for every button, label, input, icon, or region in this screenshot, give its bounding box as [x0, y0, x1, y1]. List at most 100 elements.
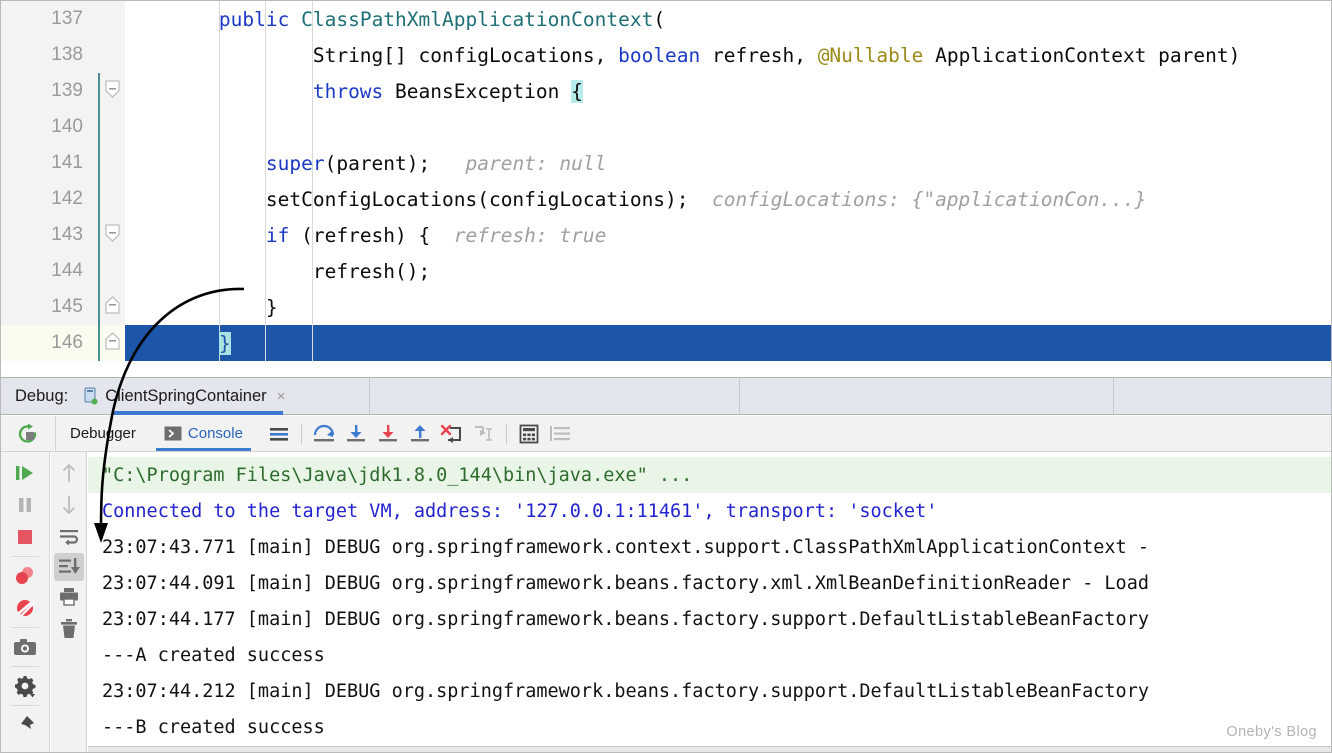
- tab-debugger[interactable]: Debugger: [56, 416, 150, 451]
- code-line[interactable]: 144 refresh();: [1, 253, 1331, 289]
- tab-console[interactable]: Console: [150, 416, 257, 451]
- fold-gutter[interactable]: [97, 145, 125, 181]
- code-token: }: [265, 295, 278, 319]
- console-line: 23:07:44.177 [main] DEBUG org.springfram…: [102, 608, 1149, 630]
- code-token: ClassPathXmlApplicationContext: [301, 7, 654, 31]
- fold-start-icon[interactable]: [105, 224, 120, 242]
- code-token: if: [265, 223, 290, 247]
- code-token: (refresh) {: [289, 223, 431, 247]
- code-text[interactable]: throws BeansException {: [125, 73, 1331, 109]
- show-line-breakpoints-icon[interactable]: [264, 419, 294, 449]
- debug-tool-window-header: Debug: ClientSpringContainer ×: [1, 377, 1331, 415]
- fold-start-icon[interactable]: [105, 80, 120, 98]
- pause-program-icon[interactable]: [8, 489, 42, 521]
- fold-gutter[interactable]: [97, 217, 125, 253]
- code-token: }: [218, 331, 231, 355]
- evaluate-expression-icon[interactable]: [514, 419, 544, 449]
- step-into-icon[interactable]: [341, 419, 371, 449]
- down-arrow-icon[interactable]: [52, 489, 86, 521]
- code-line[interactable]: 141 super(parent); parent: null: [1, 145, 1331, 181]
- soft-wrap-icon[interactable]: [52, 521, 86, 553]
- drop-frame-icon[interactable]: [437, 419, 467, 449]
- line-number: 138: [1, 37, 97, 73]
- method-indicator-line: [98, 253, 100, 289]
- method-indicator-line: [98, 145, 100, 181]
- view-breakpoints-icon[interactable]: [8, 560, 42, 592]
- console-line: ---A created success: [102, 644, 325, 666]
- fold-end-icon[interactable]: [105, 332, 120, 350]
- code-text[interactable]: public ClassPathXmlApplicationContext(: [125, 1, 1331, 37]
- tabbar-divider-3: [1113, 377, 1115, 415]
- code-text[interactable]: }: [125, 289, 1331, 325]
- method-indicator-line: [98, 289, 100, 325]
- tab-console-label: Console: [187, 425, 243, 442]
- fold-gutter[interactable]: [97, 1, 125, 37]
- pin-tab-icon[interactable]: [8, 709, 42, 741]
- code-line[interactable]: 145 }: [1, 289, 1331, 325]
- close-icon[interactable]: ×: [273, 388, 286, 405]
- indent-guide: [218, 109, 220, 145]
- code-text[interactable]: refresh();: [125, 253, 1331, 289]
- console-line: Connected to the target VM, address: '12…: [102, 500, 938, 522]
- mute-breakpoints-icon[interactable]: [8, 592, 42, 624]
- run-to-cursor-icon[interactable]: [469, 419, 499, 449]
- fold-gutter[interactable]: [97, 253, 125, 289]
- code-line[interactable]: 138 String[] configLocations, boolean re…: [1, 37, 1331, 73]
- print-icon[interactable]: [52, 581, 86, 613]
- console-horizontal-scrollbar[interactable]: [88, 746, 1331, 752]
- code-token: refresh();: [312, 259, 431, 283]
- console-output[interactable]: "C:\Program Files\Java\jdk1.8.0_144\bin\…: [88, 452, 1331, 748]
- force-step-into-icon[interactable]: [373, 419, 403, 449]
- method-indicator-line: [98, 217, 100, 253]
- sidebar-divider-4: [11, 705, 39, 706]
- step-out-icon[interactable]: [405, 419, 435, 449]
- fold-gutter[interactable]: [97, 109, 125, 145]
- method-indicator-line: [98, 181, 100, 217]
- debug-session-tab[interactable]: ClientSpringContainer ×: [78, 378, 293, 415]
- code-token: parent: null: [430, 151, 607, 175]
- indent-guide: [265, 325, 267, 361]
- code-text[interactable]: }: [125, 325, 1331, 361]
- clear-all-icon[interactable]: [52, 613, 86, 645]
- fold-gutter[interactable]: [97, 73, 125, 109]
- fold-gutter[interactable]: [97, 181, 125, 217]
- screenshot-icon[interactable]: [8, 631, 42, 663]
- fold-gutter[interactable]: [97, 37, 125, 73]
- line-number: 142: [1, 181, 97, 217]
- code-line[interactable]: 146 }: [1, 325, 1331, 361]
- step-over-icon[interactable]: [309, 419, 339, 449]
- code-text[interactable]: setConfigLocations(configLocations); con…: [125, 181, 1331, 217]
- code-text[interactable]: if (refresh) { refresh: true: [125, 217, 1331, 253]
- scroll-to-end-icon[interactable]: [53, 553, 84, 581]
- rerun-button[interactable]: [1, 415, 56, 452]
- tabbar-divider-1: [369, 377, 371, 415]
- debug-actions-sidebar: [1, 452, 50, 752]
- indent-guide: [312, 109, 314, 145]
- code-line[interactable]: 143 if (refresh) { refresh: true: [1, 217, 1331, 253]
- code-editor[interactable]: 137 public ClassPathXmlApplicationContex…: [1, 1, 1331, 376]
- settings-gear-icon[interactable]: [8, 670, 42, 702]
- code-text[interactable]: [125, 109, 1331, 145]
- console-line: ---B created success: [102, 716, 325, 738]
- code-line[interactable]: 140: [1, 109, 1331, 145]
- stop-program-icon[interactable]: [8, 521, 42, 553]
- code-tokens: String[] configLocations, boolean refres…: [125, 44, 1241, 67]
- up-arrow-icon[interactable]: [52, 457, 86, 489]
- layout-settings-icon[interactable]: [546, 419, 576, 449]
- indent-guide: [265, 109, 267, 145]
- code-line[interactable]: 142 setConfigLocations(configLocations);…: [1, 181, 1331, 217]
- resume-program-icon[interactable]: [8, 457, 42, 489]
- fold-end-icon[interactable]: [105, 296, 120, 314]
- console-icon: [164, 426, 182, 441]
- code-text[interactable]: String[] configLocations, boolean refres…: [125, 37, 1331, 73]
- fold-gutter[interactable]: [97, 289, 125, 325]
- fold-gutter[interactable]: [97, 325, 125, 361]
- code-tokens: super(parent); parent: null: [125, 152, 606, 175]
- sidebar-divider-3: [11, 666, 39, 667]
- code-line[interactable]: 139 throws BeansException {: [1, 73, 1331, 109]
- code-text[interactable]: super(parent); parent: null: [125, 145, 1331, 181]
- code-line[interactable]: 137 public ClassPathXmlApplicationContex…: [1, 1, 1331, 37]
